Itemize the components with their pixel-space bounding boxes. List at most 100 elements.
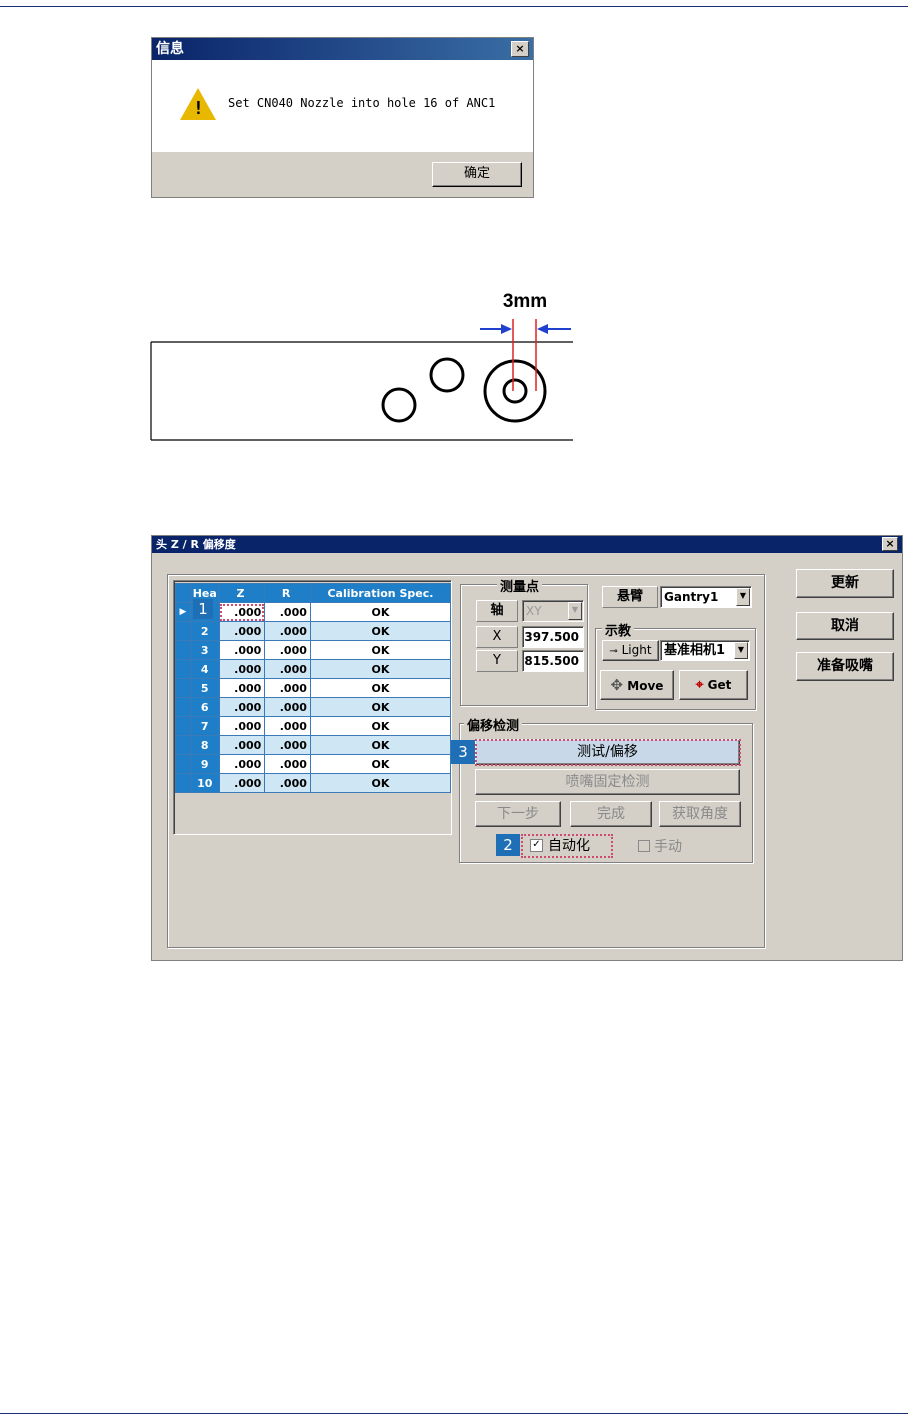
arrow-right-head	[537, 324, 548, 334]
z-cell[interactable]: .000	[218, 640, 266, 660]
spec-cell: OK	[309, 697, 452, 717]
close-icon[interactable]: ×	[882, 537, 898, 551]
message-body: ! Set CN040 Nozzle into hole 16 of ANC1	[152, 60, 533, 152]
z-cell[interactable]: .000	[218, 773, 266, 793]
auto-checkbox-label: 自动化	[548, 838, 590, 854]
table-row[interactable]: 7 .000 .000 OK	[175, 716, 452, 736]
next-step-button[interactable]: 下一步	[475, 801, 561, 827]
table-row[interactable]: 3 .000 .000 OK	[175, 640, 452, 660]
spec-cell: OK	[309, 602, 452, 622]
z-cell[interactable]: .000	[218, 602, 266, 622]
spec-cell: OK	[309, 659, 452, 679]
r-cell[interactable]: .000	[264, 659, 311, 679]
axis-select[interactable]: XY ▼	[522, 600, 584, 622]
r-cell[interactable]: .000	[264, 621, 311, 641]
r-cell[interactable]: .000	[264, 640, 311, 660]
test-offset-highlight	[475, 739, 741, 766]
teach-label: 示教	[602, 620, 635, 639]
gantry-select[interactable]: Gantry1 ▼	[660, 586, 752, 608]
table-row[interactable]: 10 .000 .000 OK	[175, 773, 452, 793]
spec-cell: OK	[309, 735, 452, 755]
head-cell: 7	[189, 716, 220, 736]
r-cell[interactable]: .000	[264, 735, 311, 755]
move-button[interactable]: ✥ Move	[600, 670, 674, 700]
cancel-button[interactable]: 取消	[796, 612, 894, 640]
nozzle-fixed-check-button[interactable]: 喷嘴固定检测	[475, 769, 740, 795]
chevron-down-icon[interactable]: ▼	[736, 588, 750, 606]
target-hole-inner	[502, 378, 528, 404]
spec-cell: OK	[309, 773, 452, 793]
chevron-down-icon[interactable]: ▼	[734, 642, 748, 659]
z-cell[interactable]: .000	[218, 697, 266, 717]
table-row[interactable]: 8 .000 .000 OK	[175, 735, 452, 755]
spec-cell: OK	[309, 678, 452, 698]
head-cell: 5	[189, 678, 220, 698]
z-cell[interactable]: .000	[218, 754, 266, 774]
r-cell[interactable]: .000	[264, 678, 311, 698]
z-cell[interactable]: .000	[218, 678, 266, 698]
table-row[interactable]: 6 .000 .000 OK	[175, 697, 452, 717]
r-cell[interactable]: .000	[264, 773, 311, 793]
warning-icon-mark: !	[193, 98, 204, 119]
x-field[interactable]: 397.500	[522, 626, 584, 648]
window-title: 头 Z / R 偏移度	[156, 538, 236, 551]
light-button[interactable]: ⊸ Light	[602, 640, 659, 661]
row-indicator	[175, 716, 191, 736]
z-cell[interactable]: .000	[218, 716, 266, 736]
z-cell[interactable]: .000	[218, 621, 266, 641]
spec-cell: OK	[309, 640, 452, 660]
row-indicator	[175, 773, 191, 793]
ok-button[interactable]: 确定	[432, 162, 522, 187]
message-text: Set CN040 Nozzle into hole 16 of ANC1	[228, 96, 496, 110]
gantry-select-value: Gantry1	[664, 590, 719, 604]
head-cell: 2	[189, 621, 220, 641]
y-field[interactable]: 815.500	[522, 650, 584, 672]
message-dialog: 信息 × ! Set CN040 Nozzle into hole 16 of …	[151, 37, 534, 198]
update-button[interactable]: 更新	[796, 569, 894, 598]
offset-check-label: 偏移检测	[464, 715, 523, 734]
get-angle-button[interactable]: 获取角度	[659, 801, 741, 827]
small-hole	[381, 387, 417, 423]
auto-checkbox[interactable]: ✓	[530, 839, 543, 852]
callout-1: 1	[193, 599, 213, 619]
column-header-r[interactable]: R	[264, 583, 311, 603]
head-offset-window: 头 Z / R 偏移度 × Hea Z R Calibration Spec. …	[151, 535, 903, 961]
head-cell: 4	[189, 659, 220, 679]
r-cell[interactable]: .000	[264, 716, 311, 736]
manual-checkbox[interactable]	[638, 840, 650, 852]
r-cell[interactable]: .000	[264, 754, 311, 774]
top-rule	[0, 6, 908, 7]
table-row[interactable]: 9 .000 .000 OK	[175, 754, 452, 774]
get-button-label: Get	[707, 678, 732, 692]
table-row[interactable]: ▶ 1 .000 .000 OK	[175, 602, 452, 622]
nozzle-hole-diagram: 3mm	[0, 285, 908, 455]
get-button[interactable]: ⌖ Get	[679, 670, 748, 700]
column-header-z[interactable]: Z	[218, 583, 266, 603]
axis-label: 轴	[476, 600, 518, 622]
arrow-left-head	[501, 324, 512, 334]
r-cell[interactable]: .000	[264, 602, 311, 622]
light-button-label: Light	[621, 643, 652, 657]
r-cell[interactable]: .000	[264, 697, 311, 717]
table-row[interactable]: 4 .000 .000 OK	[175, 659, 452, 679]
z-cell[interactable]: .000	[218, 659, 266, 679]
z-cell[interactable]: .000	[218, 735, 266, 755]
table-row[interactable]: 5 .000 .000 OK	[175, 678, 452, 698]
table-row[interactable]: 2 .000 .000 OK	[175, 621, 452, 641]
chevron-down-icon[interactable]: ▼	[568, 602, 582, 620]
spec-cell: OK	[309, 621, 452, 641]
prepare-nozzle-button[interactable]: 准备吸嘴	[796, 652, 894, 681]
finish-button[interactable]: 完成	[570, 801, 652, 827]
small-hole	[429, 357, 465, 393]
column-header-spec[interactable]: Calibration Spec.	[309, 583, 452, 603]
bottom-rule	[0, 1413, 908, 1414]
manual-checkbox-label: 手动	[654, 839, 682, 855]
move-arrows-icon: ✥	[610, 676, 624, 694]
table-header-row: Hea Z R Calibration Spec.	[175, 583, 452, 603]
close-icon[interactable]: ×	[511, 41, 529, 57]
window-titlebar: 头 Z / R 偏移度 ×	[152, 536, 902, 553]
camera-select[interactable]: 基准相机1 ▼	[660, 640, 750, 661]
callout-3: 3	[451, 740, 475, 764]
row-indicator	[175, 697, 191, 717]
diagram-svg: 3mm	[150, 291, 573, 441]
